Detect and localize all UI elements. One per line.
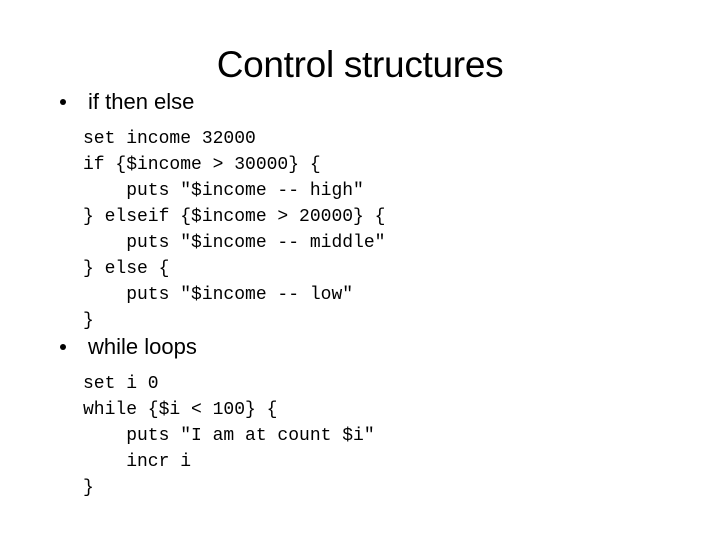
code-block-if-then-else: set income 32000 if {$income > 30000} { …: [0, 126, 720, 334]
presentation-slide: Control structures if then else set inco…: [0, 0, 720, 540]
code-line: while {$i < 100} {: [83, 400, 278, 420]
code-line: set i 0: [83, 374, 159, 394]
bullet-label-if-then-else: if then else: [88, 89, 195, 114]
code-line: if {$income > 30000} {: [83, 155, 321, 175]
bullet-item-while-loops: while loops: [0, 333, 720, 363]
code-line: puts "$income -- high": [83, 181, 364, 201]
bullet-dot-icon: [60, 344, 66, 350]
code-line: incr i: [83, 452, 192, 472]
code-line: } elseif {$income > 20000} {: [83, 207, 386, 227]
code-line: set income 32000: [83, 129, 256, 149]
code-line: }: [83, 311, 94, 331]
code-line: }: [83, 478, 94, 498]
slide-title: Control structures: [216, 44, 504, 85]
code-line: puts "I am at count $i": [83, 426, 375, 446]
bullet-dot-icon: [60, 99, 66, 105]
code-line: puts "$income -- low": [83, 285, 354, 305]
code-line: puts "$income -- middle": [83, 233, 386, 253]
code-block-while-loops: set i 0 while {$i < 100} { puts "I am at…: [0, 371, 720, 501]
code-line: } else {: [83, 259, 170, 279]
bullet-item-if-then-else: if then else: [0, 88, 720, 118]
bullet-label-while-loops: while loops: [88, 334, 197, 359]
